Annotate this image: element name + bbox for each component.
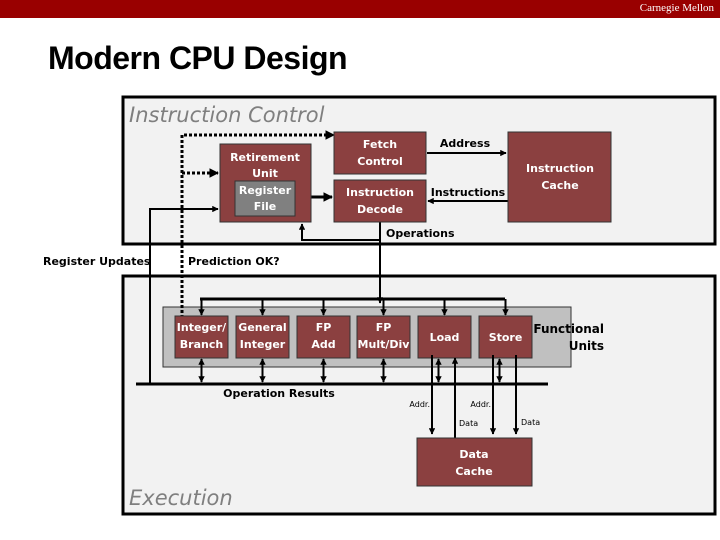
- operation-results-label: Operation Results: [223, 387, 335, 400]
- operations-label: Operations: [386, 227, 455, 240]
- instructions-label: Instructions: [431, 186, 506, 199]
- register-file-label-2: File: [254, 200, 277, 213]
- address-label: Address: [440, 137, 491, 150]
- general-integer-label-1: General: [238, 321, 286, 334]
- store-label-1: Store: [489, 331, 523, 344]
- register-updates-label: Register Updates: [43, 255, 151, 268]
- integer-branch-label-2: Branch: [180, 338, 223, 351]
- store-unit: Store: [478, 315, 533, 359]
- fp-mult-div-label-1: FP: [376, 321, 392, 334]
- functional-units-label-1: Functional: [533, 322, 604, 336]
- general-integer-label-2: Integer: [240, 338, 286, 351]
- instruction-cache-label-1: Instruction: [526, 162, 594, 175]
- cpu-diagram: Instruction Control Execution Functional…: [43, 95, 717, 516]
- execution-label: Execution: [129, 486, 233, 510]
- store-addr-label: Addr.: [470, 400, 491, 409]
- load-label-1: Load: [430, 331, 460, 344]
- retirement-unit-label-2: Unit: [252, 167, 278, 180]
- general-integer-unit: General Integer: [235, 315, 290, 359]
- fetch-control-label-1: Fetch: [363, 138, 397, 151]
- register-file-label-1: Register: [239, 184, 292, 197]
- instruction-cache-label-2: Cache: [541, 179, 578, 192]
- instruction-decode-label-1: Instruction: [346, 186, 414, 199]
- data-cache-block: [416, 437, 533, 487]
- fp-add-label-1: FP: [316, 321, 332, 334]
- retirement-unit-label-1: Retirement: [230, 151, 300, 164]
- prediction-ok-label: Prediction OK?: [188, 255, 280, 268]
- instruction-control-label: Instruction Control: [129, 103, 325, 127]
- fp-add-unit: FP Add: [296, 315, 351, 359]
- data-cache-label-2: Cache: [455, 465, 492, 478]
- fp-mult-div-unit: FP Mult/Div: [356, 315, 411, 359]
- functional-units-label-2: Units: [569, 339, 604, 353]
- data-cache-label-1: Data: [459, 448, 488, 461]
- fetch-control-label-2: Control: [357, 155, 402, 168]
- fp-mult-div-label-2: Mult/Div: [358, 338, 411, 351]
- instruction-cache-block: [507, 131, 612, 223]
- load-addr-label: Addr.: [409, 400, 430, 409]
- load-data-label: Data: [459, 419, 478, 428]
- load-unit: Load: [417, 315, 472, 359]
- store-data-label: Data: [521, 418, 540, 427]
- fp-add-label-2: Add: [311, 338, 335, 351]
- integer-branch-unit: Integer/Branch: [174, 315, 229, 359]
- integer-branch-label-1: Integer/: [177, 321, 227, 334]
- instruction-decode-label-2: Decode: [357, 203, 403, 216]
